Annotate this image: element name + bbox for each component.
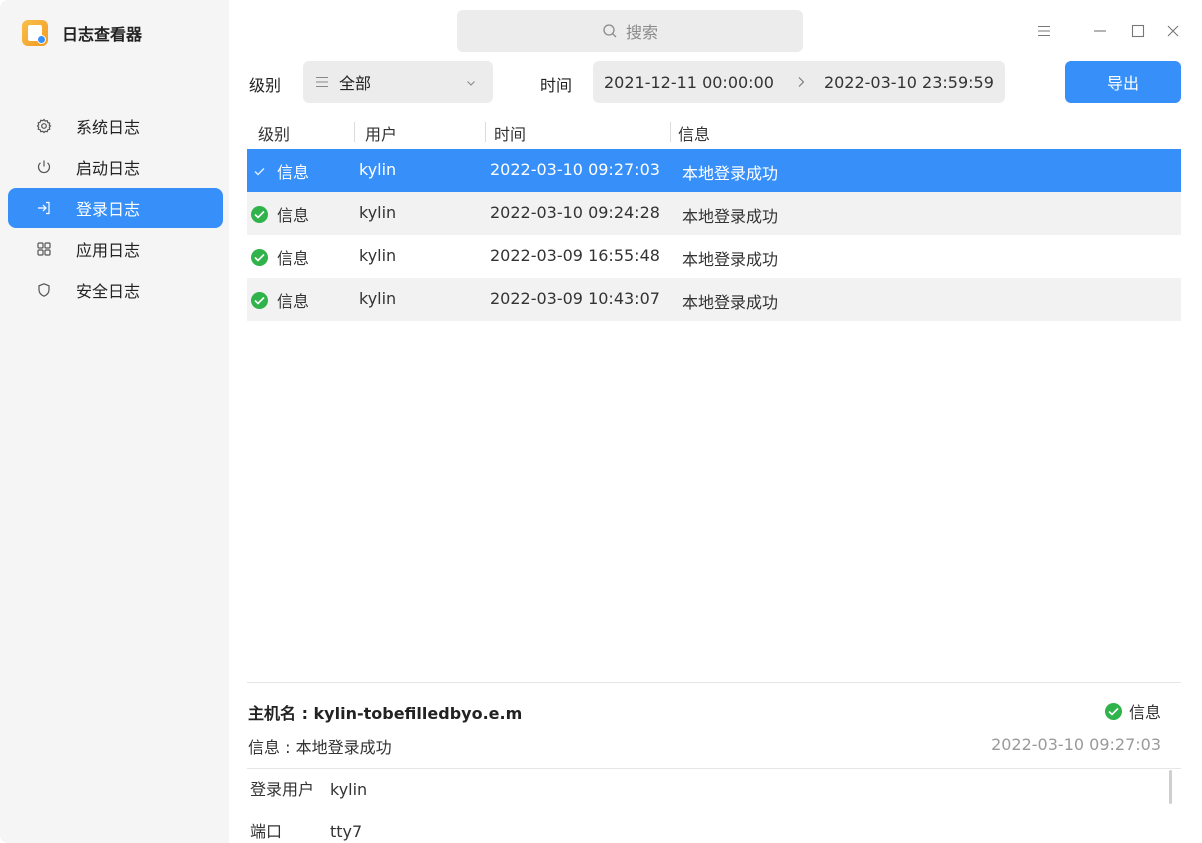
sidebar-item-label: 系统日志	[76, 118, 141, 137]
export-button[interactable]: 导出	[1065, 61, 1181, 103]
column-header-user[interactable]: 用户	[365, 121, 397, 145]
login-icon	[35, 199, 53, 217]
divider	[247, 768, 1181, 769]
log-viewer-window: 日志查看器 系统日志 启动日志 登录日志 应用日志 安全日志 搜索 级别 全部 …	[0, 0, 1202, 843]
detail-field-key: 登录用户	[250, 780, 315, 799]
log-viewer-app-icon	[22, 20, 48, 46]
scrollbar[interactable]	[1169, 770, 1172, 804]
gear-icon	[35, 117, 53, 135]
close-icon[interactable]	[1158, 16, 1188, 46]
table-row[interactable]: 信息 kylin 2022-03-10 09:24:28 本地登录成功	[247, 192, 1181, 235]
divider	[247, 682, 1181, 683]
row-level: 信息	[251, 288, 309, 312]
row-info: 本地登录成功	[682, 164, 779, 183]
column-header-time[interactable]: 时间	[494, 121, 526, 145]
sidebar-nav: 系统日志 启动日志 登录日志 应用日志 安全日志	[8, 106, 223, 311]
column-header-level[interactable]: 级别	[258, 121, 290, 145]
table-row[interactable]: 信息 kylin 2022-03-09 10:43:07 本地登录成功	[247, 278, 1181, 321]
row-level: 信息	[251, 202, 309, 226]
detail-field-key: 端口	[250, 822, 283, 841]
row-time: 2022-03-09 10:43:07	[490, 289, 660, 308]
menu-icon[interactable]	[1029, 16, 1059, 46]
sidebar-item-label: 应用日志	[76, 241, 141, 260]
list-icon	[315, 73, 329, 92]
detail-host: 主机名 : kylin-tobefilledbyo.e.m	[248, 704, 523, 723]
row-time: 2022-03-10 09:27:03	[490, 160, 660, 179]
row-info: 本地登录成功	[682, 293, 779, 312]
end-time[interactable]: 2022-03-10 23:59:59	[824, 73, 994, 92]
sidebar-item-app-log[interactable]: 应用日志	[8, 229, 223, 269]
detail-time: 2022-03-10 09:27:03	[991, 735, 1161, 754]
check-circle-icon	[1104, 702, 1122, 720]
row-info: 本地登录成功	[682, 207, 779, 226]
search-placeholder: 搜索	[625, 23, 658, 42]
sidebar-item-label: 启动日志	[76, 159, 141, 178]
chevron-down-icon	[465, 74, 477, 93]
sidebar-item-label: 安全日志	[76, 282, 141, 301]
date-range-picker[interactable]: 2021-12-11 00:00:00 2022-03-10 23:59:59	[593, 61, 1005, 103]
minimize-icon[interactable]	[1085, 16, 1115, 46]
row-time: 2022-03-10 09:24:28	[490, 203, 660, 222]
start-time[interactable]: 2021-12-11 00:00:00	[604, 73, 774, 92]
sidebar-item-label: 登录日志	[76, 200, 141, 219]
time-filter-label: 时间	[540, 76, 573, 95]
apps-grid-icon	[35, 240, 53, 258]
level-filter-label: 级别	[249, 76, 282, 95]
detail-field-value: tty7	[330, 822, 363, 841]
row-user: kylin	[359, 203, 397, 222]
row-user: kylin	[359, 289, 397, 308]
detail-info: 信息 : 本地登录成功	[248, 738, 392, 757]
check-circle-icon	[251, 291, 268, 309]
sidebar-item-boot-log[interactable]: 启动日志	[8, 147, 223, 187]
column-header-info[interactable]: 信息	[678, 121, 710, 145]
search-icon	[603, 24, 617, 38]
table-header: 级别 用户 时间 信息	[247, 114, 1181, 148]
check-circle-icon	[251, 163, 268, 180]
maximize-icon[interactable]	[1123, 16, 1153, 46]
detail-field: 端口 tty7	[250, 818, 362, 842]
table-row[interactable]: 信息 kylin 2022-03-09 16:55:48 本地登录成功	[247, 235, 1181, 278]
sidebar-item-login-log[interactable]: 登录日志	[8, 188, 223, 228]
search-input[interactable]: 搜索	[457, 10, 803, 52]
row-level: 信息	[251, 245, 309, 269]
power-icon	[35, 158, 53, 176]
shield-icon	[35, 281, 53, 299]
sidebar-item-security-log[interactable]: 安全日志	[8, 270, 223, 310]
check-circle-icon	[251, 248, 268, 266]
row-level: 信息	[251, 159, 309, 183]
app-title: 日志查看器	[62, 25, 143, 44]
app-header: 日志查看器	[22, 20, 142, 46]
row-time: 2022-03-09 16:55:48	[490, 246, 660, 265]
detail-field: 登录用户 kylin	[250, 776, 367, 800]
row-user: kylin	[359, 160, 397, 179]
detail-level-badge: 信息	[1104, 699, 1161, 723]
level-select[interactable]: 全部	[303, 61, 493, 103]
row-user: kylin	[359, 246, 397, 265]
sidebar-item-system-log[interactable]: 系统日志	[8, 106, 223, 146]
sidebar: 日志查看器 系统日志 启动日志 登录日志 应用日志 安全日志	[0, 0, 229, 843]
log-table: 信息 kylin 2022-03-10 09:27:03 本地登录成功 信息 k…	[247, 149, 1181, 321]
detail-field-value: kylin	[330, 780, 368, 799]
check-circle-icon	[251, 205, 268, 223]
level-select-value: 全部	[339, 74, 372, 93]
table-row[interactable]: 信息 kylin 2022-03-10 09:27:03 本地登录成功	[247, 149, 1181, 192]
chevron-right-icon	[796, 73, 806, 92]
row-info: 本地登录成功	[682, 250, 779, 269]
